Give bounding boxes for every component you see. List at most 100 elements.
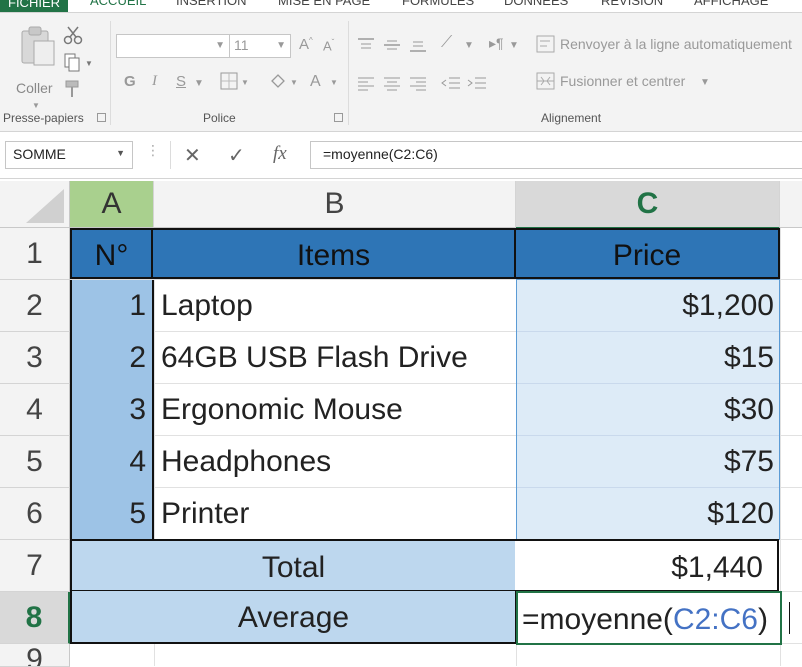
align-left-icon[interactable] bbox=[357, 75, 375, 91]
select-all-button[interactable] bbox=[0, 181, 70, 228]
group-label-police: Police bbox=[203, 111, 236, 125]
wrap-text-icon bbox=[536, 35, 555, 53]
cell-c2[interactable]: $1,200 bbox=[516, 280, 780, 331]
cell-c8-formula-ref: C2:C6 bbox=[672, 603, 758, 636]
svg-text:▼: ▼ bbox=[330, 78, 338, 87]
merge-center-button[interactable]: Fusionner et centrer ▼ bbox=[536, 72, 736, 92]
chevron-down-icon: ▼ bbox=[194, 78, 204, 89]
cell-a4[interactable]: 3 bbox=[70, 384, 152, 435]
orientation-icon[interactable]: ⟋ bbox=[441, 34, 452, 52]
tab-mise-en-page[interactable]: MISE EN PAGE bbox=[278, 0, 370, 8]
cell-a7-total-label[interactable]: Total bbox=[70, 539, 517, 592]
cell-b3[interactable]: 64GB USB Flash Drive bbox=[154, 332, 516, 383]
row-header-2[interactable]: 2 bbox=[0, 280, 70, 332]
tab-accueil[interactable]: ACCUEIL bbox=[90, 0, 146, 8]
cell-c1-header[interactable]: Price bbox=[516, 228, 780, 279]
chevron-down-icon: ▼ bbox=[276, 40, 286, 51]
font-color-icon[interactable]: A ▼ bbox=[308, 71, 340, 91]
format-painter-icon[interactable] bbox=[63, 79, 83, 99]
align-middle-icon[interactable] bbox=[383, 37, 401, 53]
cut-icon[interactable] bbox=[63, 25, 83, 45]
name-box[interactable]: SOMME ▼ bbox=[5, 141, 133, 169]
align-top-icon[interactable] bbox=[357, 37, 375, 53]
merge-center-label: Fusionner et centrer bbox=[560, 73, 686, 89]
column-header-a[interactable]: A bbox=[70, 181, 154, 228]
cell-c7-total[interactable]: $1,440 bbox=[515, 539, 779, 592]
column-header-c[interactable]: C bbox=[516, 181, 780, 229]
paragraph-direction-icon[interactable]: ▸¶ bbox=[489, 35, 504, 52]
formula-divider bbox=[170, 141, 171, 169]
tab-insertion[interactable]: INSERTION bbox=[176, 0, 247, 8]
cell-c5[interactable]: $75 bbox=[516, 436, 780, 487]
row-header-1[interactable]: 1 bbox=[0, 228, 70, 280]
formula-bar: SOMME ▼ ⋮ ✕ ✓ fx =moyenne(C2:C6) bbox=[0, 132, 802, 179]
insert-function-button[interactable]: fx bbox=[273, 143, 287, 165]
group-label-alignement: Alignement bbox=[541, 111, 602, 125]
fill-color-icon[interactable]: ▼ bbox=[268, 71, 300, 91]
cell-a3[interactable]: 2 bbox=[70, 332, 152, 383]
chevron-down-icon: ▼ bbox=[215, 40, 225, 51]
cell-a1-header[interactable]: N° bbox=[70, 228, 153, 279]
row-header-9[interactable]: 9 bbox=[0, 644, 70, 667]
svg-text:▼: ▼ bbox=[241, 78, 249, 87]
svg-text:▼: ▼ bbox=[85, 59, 93, 68]
borders-icon[interactable]: ▼ bbox=[219, 71, 251, 91]
font-size-select[interactable]: 11 ▼ bbox=[229, 34, 291, 58]
align-center-icon[interactable] bbox=[383, 75, 401, 91]
row-header-8[interactable]: 8 bbox=[0, 592, 70, 644]
chevron-down-icon: ▼ bbox=[700, 77, 710, 88]
italic-button[interactable]: I bbox=[152, 73, 157, 90]
cell-c3[interactable]: $15 bbox=[516, 332, 780, 383]
cell-c4[interactable]: $30 bbox=[516, 384, 780, 435]
tab-revision[interactable]: RÉVISION bbox=[601, 0, 663, 8]
cell-a5[interactable]: 4 bbox=[70, 436, 152, 487]
dialog-launcher-icon[interactable] bbox=[97, 113, 106, 122]
ribbon-tabs: FICHIER ACCUEIL INSERTION MISE EN PAGE F… bbox=[0, 0, 802, 13]
bold-button[interactable]: G bbox=[124, 73, 136, 90]
row-header-3[interactable]: 3 bbox=[0, 332, 70, 384]
column-header-d[interactable] bbox=[780, 181, 802, 228]
tab-fichier[interactable]: FICHIER bbox=[0, 0, 68, 12]
cell-b6[interactable]: Printer bbox=[154, 488, 516, 539]
wrap-text-button[interactable]: Renvoyer à la ligne automatiquement bbox=[536, 35, 802, 55]
row-header-7[interactable]: 7 bbox=[0, 540, 70, 592]
cell-b5[interactable]: Headphones bbox=[154, 436, 516, 487]
cell-c8-formula-suffix: ) bbox=[757, 603, 768, 636]
chevron-down-icon: ▼ bbox=[509, 40, 519, 51]
formula-input[interactable]: =moyenne(C2:C6) bbox=[310, 141, 802, 169]
row-header-4[interactable]: 4 bbox=[0, 384, 70, 436]
merge-cells-icon bbox=[536, 72, 555, 90]
cancel-icon[interactable]: ✕ bbox=[184, 143, 201, 168]
cell-a8-average-label[interactable]: Average bbox=[70, 591, 517, 644]
chevron-down-icon: ▼ bbox=[32, 101, 40, 110]
grow-font-icon[interactable]: A^ bbox=[299, 36, 313, 53]
cell-b2[interactable]: Laptop bbox=[154, 280, 516, 331]
increase-indent-icon[interactable] bbox=[467, 75, 487, 91]
cell-a6[interactable]: 5 bbox=[70, 488, 152, 539]
decrease-indent-icon[interactable] bbox=[441, 75, 461, 91]
group-divider bbox=[110, 21, 111, 125]
enter-icon[interactable]: ✓ bbox=[228, 143, 245, 168]
tab-donnees[interactable]: DONNÉES bbox=[504, 0, 568, 8]
font-size-value: 11 bbox=[234, 37, 249, 53]
paste-button[interactable]: Coller ▼ bbox=[14, 25, 60, 110]
font-name-select[interactable]: ▼ bbox=[116, 34, 230, 58]
cell-c6[interactable]: $120 bbox=[516, 488, 780, 539]
align-bottom-icon[interactable] bbox=[409, 37, 427, 53]
clipboard-icon bbox=[21, 26, 55, 66]
row-header-6[interactable]: 6 bbox=[0, 488, 70, 540]
copy-icon[interactable]: ▼ bbox=[63, 52, 93, 72]
underline-button[interactable]: S bbox=[176, 73, 186, 90]
cell-c8-editing[interactable]: =moyenne(C2:C6) bbox=[516, 591, 782, 645]
row-header-5[interactable]: 5 bbox=[0, 436, 70, 488]
dialog-launcher-icon[interactable] bbox=[334, 113, 343, 122]
shrink-font-icon[interactable]: Aˇ bbox=[323, 38, 334, 53]
column-header-b[interactable]: B bbox=[154, 181, 516, 228]
cell-b4[interactable]: Ergonomic Mouse bbox=[154, 384, 516, 435]
row-header-9-label: 9 bbox=[26, 644, 43, 667]
align-right-icon[interactable] bbox=[409, 75, 427, 91]
cell-b1-header[interactable]: Items bbox=[153, 228, 516, 279]
tab-formules[interactable]: FORMULES bbox=[402, 0, 474, 8]
cell-a2[interactable]: 1 bbox=[70, 280, 152, 331]
tab-affichage[interactable]: AFFICHAGE bbox=[694, 0, 768, 8]
